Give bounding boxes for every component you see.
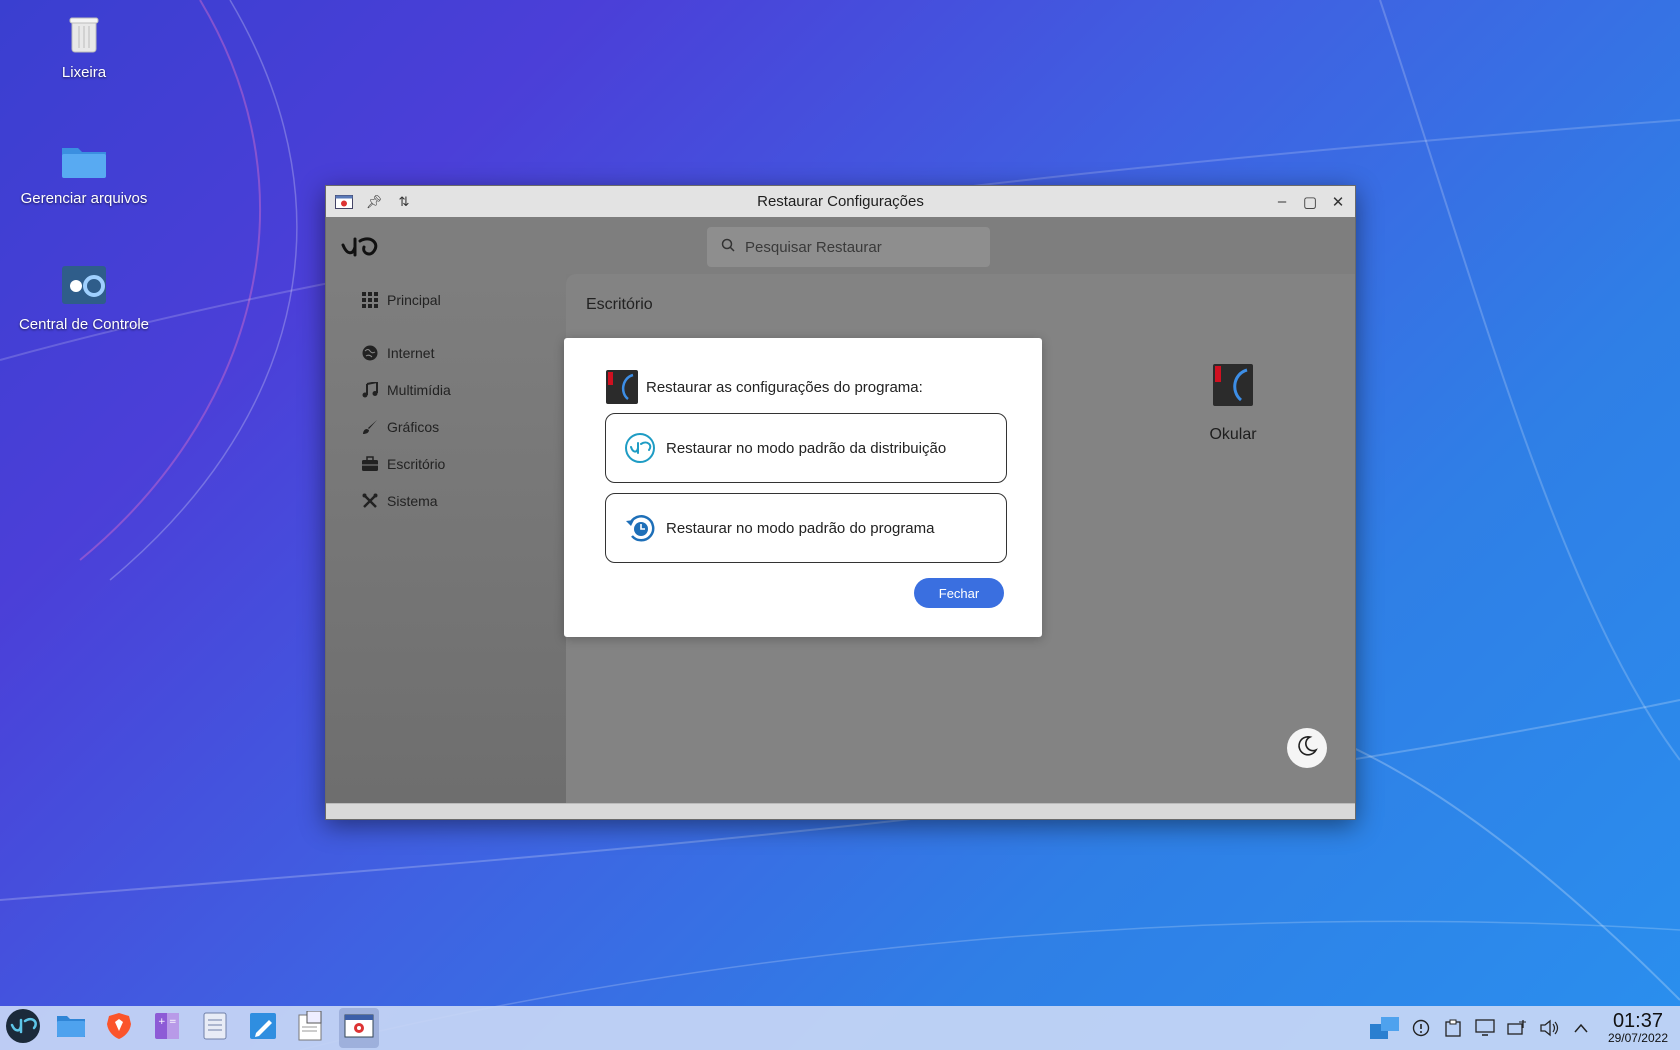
network-icon[interactable]: [1506, 1017, 1528, 1039]
calculator-icon: + =: [154, 1012, 180, 1045]
volume-icon[interactable]: [1538, 1017, 1560, 1039]
sidebar-item-graficos[interactable]: Gráficos: [361, 416, 439, 438]
globe-icon: [361, 344, 379, 362]
taskbar-files[interactable]: [51, 1008, 91, 1048]
menu-sort-icon[interactable]: ⇅: [394, 192, 414, 212]
sidebar: Principal Internet Multimídia Gráficos E…: [326, 274, 566, 803]
clock-date: 29/07/2022: [1607, 1031, 1668, 1045]
window-app-icon[interactable]: [334, 192, 354, 212]
taskbar-settings-app[interactable]: [291, 1008, 331, 1048]
sidebar-item-label: Escritório: [387, 456, 446, 472]
system-tray: 01:37 29/07/2022: [1369, 1006, 1680, 1050]
sidebar-item-sistema[interactable]: Sistema: [361, 490, 438, 512]
search-icon: [721, 238, 735, 256]
brave-browser-icon: [106, 1012, 132, 1045]
svg-text:+: +: [158, 1017, 166, 1027]
dialog-header: Restaurar as configurações do programa:: [606, 370, 923, 404]
settings-document-icon: [297, 1010, 325, 1046]
taskbar: + = 01:37 29/07/2022: [0, 1006, 1680, 1050]
desktop-icon-label: Gerenciar arquivos: [20, 190, 148, 207]
sidebar-item-principal[interactable]: Principal: [361, 289, 441, 311]
biglinux-logo-icon: [340, 231, 384, 261]
section-title: Escritório: [586, 296, 653, 313]
clock[interactable]: 01:37 29/07/2022: [1608, 1011, 1668, 1045]
notifications-icon[interactable]: [1410, 1017, 1432, 1039]
okular-icon: [606, 370, 638, 404]
svg-text:=: =: [169, 1017, 177, 1027]
sidebar-item-label: Principal: [387, 292, 441, 308]
taskbar-restore-app[interactable]: [339, 1008, 379, 1048]
search-box[interactable]: [707, 227, 990, 267]
sidebar-item-multimidia[interactable]: Multimídia: [361, 379, 451, 401]
briefcase-icon: [361, 455, 379, 473]
sidebar-item-label: Internet: [387, 345, 435, 361]
tools-icon: [361, 492, 379, 510]
biglinux-logo-icon: [5, 1008, 41, 1049]
biglinux-logo-icon: [624, 432, 656, 464]
desktop-icon-control-center[interactable]: Central de Controle: [9, 262, 159, 333]
control-center-icon: [60, 262, 108, 310]
minimize-icon[interactable]: –: [1271, 192, 1293, 212]
taskbar-document[interactable]: [195, 1008, 235, 1048]
okular-icon: [1213, 364, 1253, 406]
app-card-okular[interactable]: Okular: [1188, 364, 1278, 444]
folder-icon: [56, 1013, 86, 1044]
moon-icon: [1296, 735, 1318, 762]
option-label: Restaurar no modo padrão da distribuição: [666, 439, 947, 457]
music-note-icon: [361, 381, 379, 399]
virtual-desktops-icon[interactable]: [1369, 1017, 1400, 1039]
restore-clock-icon: [624, 512, 656, 544]
desktop-icon-trash[interactable]: Lixeira: [9, 10, 159, 81]
desktop-icon-label: Lixeira: [61, 64, 107, 81]
trash-icon: [60, 10, 108, 58]
launcher-button[interactable]: [3, 1008, 43, 1048]
restore-program-option[interactable]: Restaurar no modo padrão do programa: [605, 493, 1007, 563]
taskbar-brave[interactable]: [99, 1008, 139, 1048]
folder-icon: [60, 136, 108, 184]
sidebar-item-escritorio[interactable]: Escritório: [361, 453, 445, 475]
option-label: Restaurar no modo padrão do programa: [666, 519, 935, 537]
window-app-icon: [344, 1014, 374, 1043]
document-icon: [203, 1012, 227, 1045]
title-bar: 📌︎ ⇅ Restaurar Configurações – ▢ ✕: [326, 186, 1355, 217]
pin-icon[interactable]: 📌︎: [364, 192, 384, 212]
restore-dialog: Restaurar as configurações do programa: …: [564, 338, 1042, 637]
dialog-heading: Restaurar as configurações do programa:: [646, 378, 923, 396]
sidebar-item-label: Gráficos: [387, 419, 440, 435]
window-title: Restaurar Configurações: [757, 193, 924, 210]
restore-distribution-option[interactable]: Restaurar no modo padrão da distribuição: [605, 413, 1007, 483]
taskbar-text-editor[interactable]: [243, 1008, 283, 1048]
grid-icon: [361, 291, 379, 309]
clock-time: 01:37: [1612, 1010, 1663, 1032]
sidebar-item-internet[interactable]: Internet: [361, 342, 434, 364]
close-icon[interactable]: ✕: [1327, 192, 1349, 212]
app-header: [326, 217, 1355, 274]
desktop-icon-files[interactable]: Gerenciar arquivos: [9, 136, 159, 207]
brush-icon: [361, 418, 379, 436]
close-button[interactable]: Fechar: [914, 578, 1004, 608]
chevron-up-icon[interactable]: [1570, 1017, 1592, 1039]
sidebar-item-label: Sistema: [387, 493, 438, 509]
app-card-label: Okular: [1209, 426, 1257, 443]
sidebar-item-label: Multimídia: [387, 382, 451, 398]
text-editor-icon: [249, 1012, 277, 1045]
desktop-icon-label: Central de Controle: [18, 316, 150, 333]
search-input[interactable]: [745, 238, 965, 256]
window-status-strip: [326, 803, 1355, 819]
display-icon[interactable]: [1474, 1017, 1496, 1039]
taskbar-calculator[interactable]: + =: [147, 1008, 187, 1048]
clipboard-icon[interactable]: [1442, 1017, 1464, 1039]
dark-mode-toggle[interactable]: [1287, 728, 1327, 768]
maximize-icon[interactable]: ▢: [1299, 192, 1321, 212]
